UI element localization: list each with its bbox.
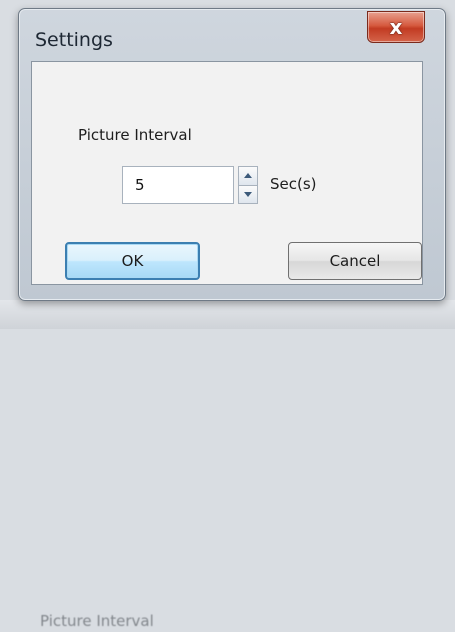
background-window-strip: Picture Interval: [0, 300, 455, 630]
close-button[interactable]: x: [367, 11, 425, 43]
dialog-client-area: Picture Interval Sec(s) OK Cancel: [31, 61, 423, 285]
close-icon: x: [389, 15, 403, 39]
background-text: Picture Interval: [40, 612, 154, 630]
interval-spinner: [238, 166, 258, 204]
spin-down-button[interactable]: [238, 185, 258, 204]
ok-button[interactable]: OK: [65, 242, 200, 280]
picture-interval-input[interactable]: [122, 166, 234, 204]
picture-interval-label: Picture Interval: [78, 126, 192, 144]
dialog-title: Settings: [35, 29, 113, 51]
settings-dialog: Settings x Picture Interval Sec(s) OK Ca…: [18, 8, 446, 301]
unit-label: Sec(s): [270, 175, 317, 193]
spin-up-button[interactable]: [238, 166, 258, 186]
chevron-up-icon: [244, 173, 252, 179]
cancel-button[interactable]: Cancel: [288, 242, 422, 280]
chevron-down-icon: [244, 191, 252, 197]
